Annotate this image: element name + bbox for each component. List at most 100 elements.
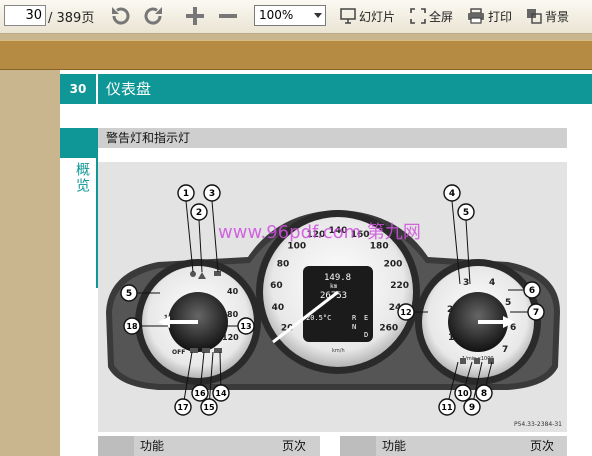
zoom-select[interactable]: 100% [254, 5, 326, 26]
callout-4: 4 [443, 184, 461, 202]
fuel-tick-80: 80 [227, 310, 239, 319]
glow-plug-icon [474, 358, 480, 364]
print-button[interactable]: 打印 [467, 4, 512, 28]
table-right-number-cell [340, 436, 376, 456]
speed-tick-260: 260 [379, 324, 398, 334]
speed-tick-60: 60 [270, 281, 283, 291]
plus-icon [186, 7, 204, 25]
svg-text:5: 5 [463, 208, 469, 218]
speed-tick-220: 220 [390, 281, 409, 291]
slideshow-button[interactable]: 幻灯片 [340, 4, 395, 28]
tacho-tick-2: 2 [447, 305, 453, 315]
svg-text:14: 14 [215, 389, 227, 398]
tacho-tick-1: 1 [448, 333, 454, 343]
callout-16: 16 [191, 384, 209, 402]
toolbar: 30 / 389页 100% 幻灯片 全屏 打印 背景 [0, 0, 592, 34]
rotate-left-icon [112, 7, 130, 25]
speed-tick-80: 80 [277, 259, 290, 269]
svg-text:18: 18 [126, 322, 138, 331]
header-divider [96, 74, 98, 104]
page-total-label: / 389页 [48, 11, 95, 26]
zoom-in-button[interactable] [184, 4, 206, 28]
callout-17: 17 [174, 398, 192, 416]
speed-tick-180: 180 [370, 242, 389, 252]
gear-n: N [352, 323, 356, 331]
svg-text:2: 2 [196, 208, 202, 218]
lamp-indicator-icon [190, 348, 198, 353]
side-tab-marker [60, 128, 96, 158]
callout-10: 10 [454, 384, 472, 402]
callout-13: 13 [237, 317, 255, 335]
printer-icon [468, 8, 484, 24]
fuel-tick-40: 40 [227, 287, 239, 296]
tacho-tick-6: 6 [510, 323, 516, 333]
svg-text:16: 16 [194, 389, 206, 398]
svg-text:17: 17 [177, 403, 188, 412]
slideshow-icon [340, 8, 356, 24]
fullscreen-icon [410, 8, 426, 24]
rotate-right-button[interactable] [142, 4, 166, 28]
callout-11: 11 [438, 398, 456, 416]
function-table-right-header: 功能 页次 [340, 436, 567, 456]
print-label: 打印 [488, 9, 513, 24]
table-right-page-header: 页次 [530, 439, 555, 453]
svg-text:9: 9 [469, 403, 475, 413]
tacho-tick-5: 5 [505, 298, 511, 308]
callout-9: 9 [463, 398, 481, 416]
speed-tick-200: 200 [384, 259, 403, 269]
fuel-tick-120: 120 [222, 333, 239, 342]
trip-value: 149.8 [324, 273, 351, 283]
page-number-input[interactable]: 30 [4, 5, 46, 26]
chevron-down-icon [314, 13, 322, 18]
rotate-left-button[interactable] [108, 4, 132, 28]
coolant-indicator-icon [488, 358, 494, 364]
instrument-cluster-figure: 20 40 60 80 100 120 140 160 180 200 220 240 260 1 2 … [98, 162, 567, 432]
slideshow-label: 幻灯片 [359, 9, 396, 24]
fog-lamp-icon [202, 348, 210, 353]
page-number: 30 [69, 82, 87, 96]
table-left-number-cell [98, 436, 134, 456]
side-tab [60, 128, 98, 288]
rotate-right-icon [144, 7, 162, 25]
zoom-value: 100% [259, 8, 294, 22]
page-title: 仪表盘 [106, 80, 152, 98]
svg-text:10: 10 [457, 389, 469, 398]
callout-7: 7 [527, 303, 545, 321]
svg-text:4: 4 [449, 189, 455, 199]
svg-text:6: 6 [529, 286, 535, 296]
background-button[interactable]: 背景 [526, 4, 569, 28]
svg-text:8: 8 [481, 389, 487, 399]
fullscreen-button[interactable]: 全屏 [410, 4, 453, 28]
gear-e: E [364, 314, 368, 322]
callout-1: 1 [177, 184, 195, 202]
outside-temp: 20.5°C [306, 314, 331, 322]
callout-5-right: 5 [457, 203, 475, 221]
trip-unit: km [330, 283, 338, 290]
document-page: 30 仪表盘 概览 警告灯和指示灯 20 40 60 80 100 120 14… [60, 70, 592, 456]
svg-text:12: 12 [400, 308, 411, 317]
table-left-function-header: 功能 [140, 439, 165, 453]
tacho-tick-3: 3 [463, 278, 469, 288]
callout-18: 18 [123, 317, 141, 335]
gear-d: D [364, 331, 368, 339]
callout-15: 15 [200, 398, 218, 416]
callout-14: 14 [212, 384, 230, 402]
table-left-page-header: 页次 [282, 439, 307, 453]
callout-6: 6 [523, 281, 541, 299]
callout-8: 8 [475, 384, 493, 402]
light-indicator-icon [214, 348, 222, 353]
engine-indicator-icon [460, 358, 466, 364]
document-top-band [0, 40, 592, 70]
off-label: OFF [172, 349, 185, 356]
side-tab-label: 概览 [74, 162, 90, 194]
watermark-text: www.96pdf.com 第九网 [218, 222, 421, 243]
fullscreen-label: 全屏 [429, 9, 454, 24]
speed-unit: km/h [332, 348, 345, 354]
zoom-out-button[interactable] [217, 4, 239, 28]
minus-icon [219, 14, 237, 18]
svg-text:5: 5 [126, 289, 132, 299]
background-label: 背景 [545, 9, 570, 24]
svg-text:1: 1 [183, 189, 189, 199]
tacho-tick-4: 4 [489, 278, 495, 288]
odometer-value: 26753 [320, 291, 347, 301]
